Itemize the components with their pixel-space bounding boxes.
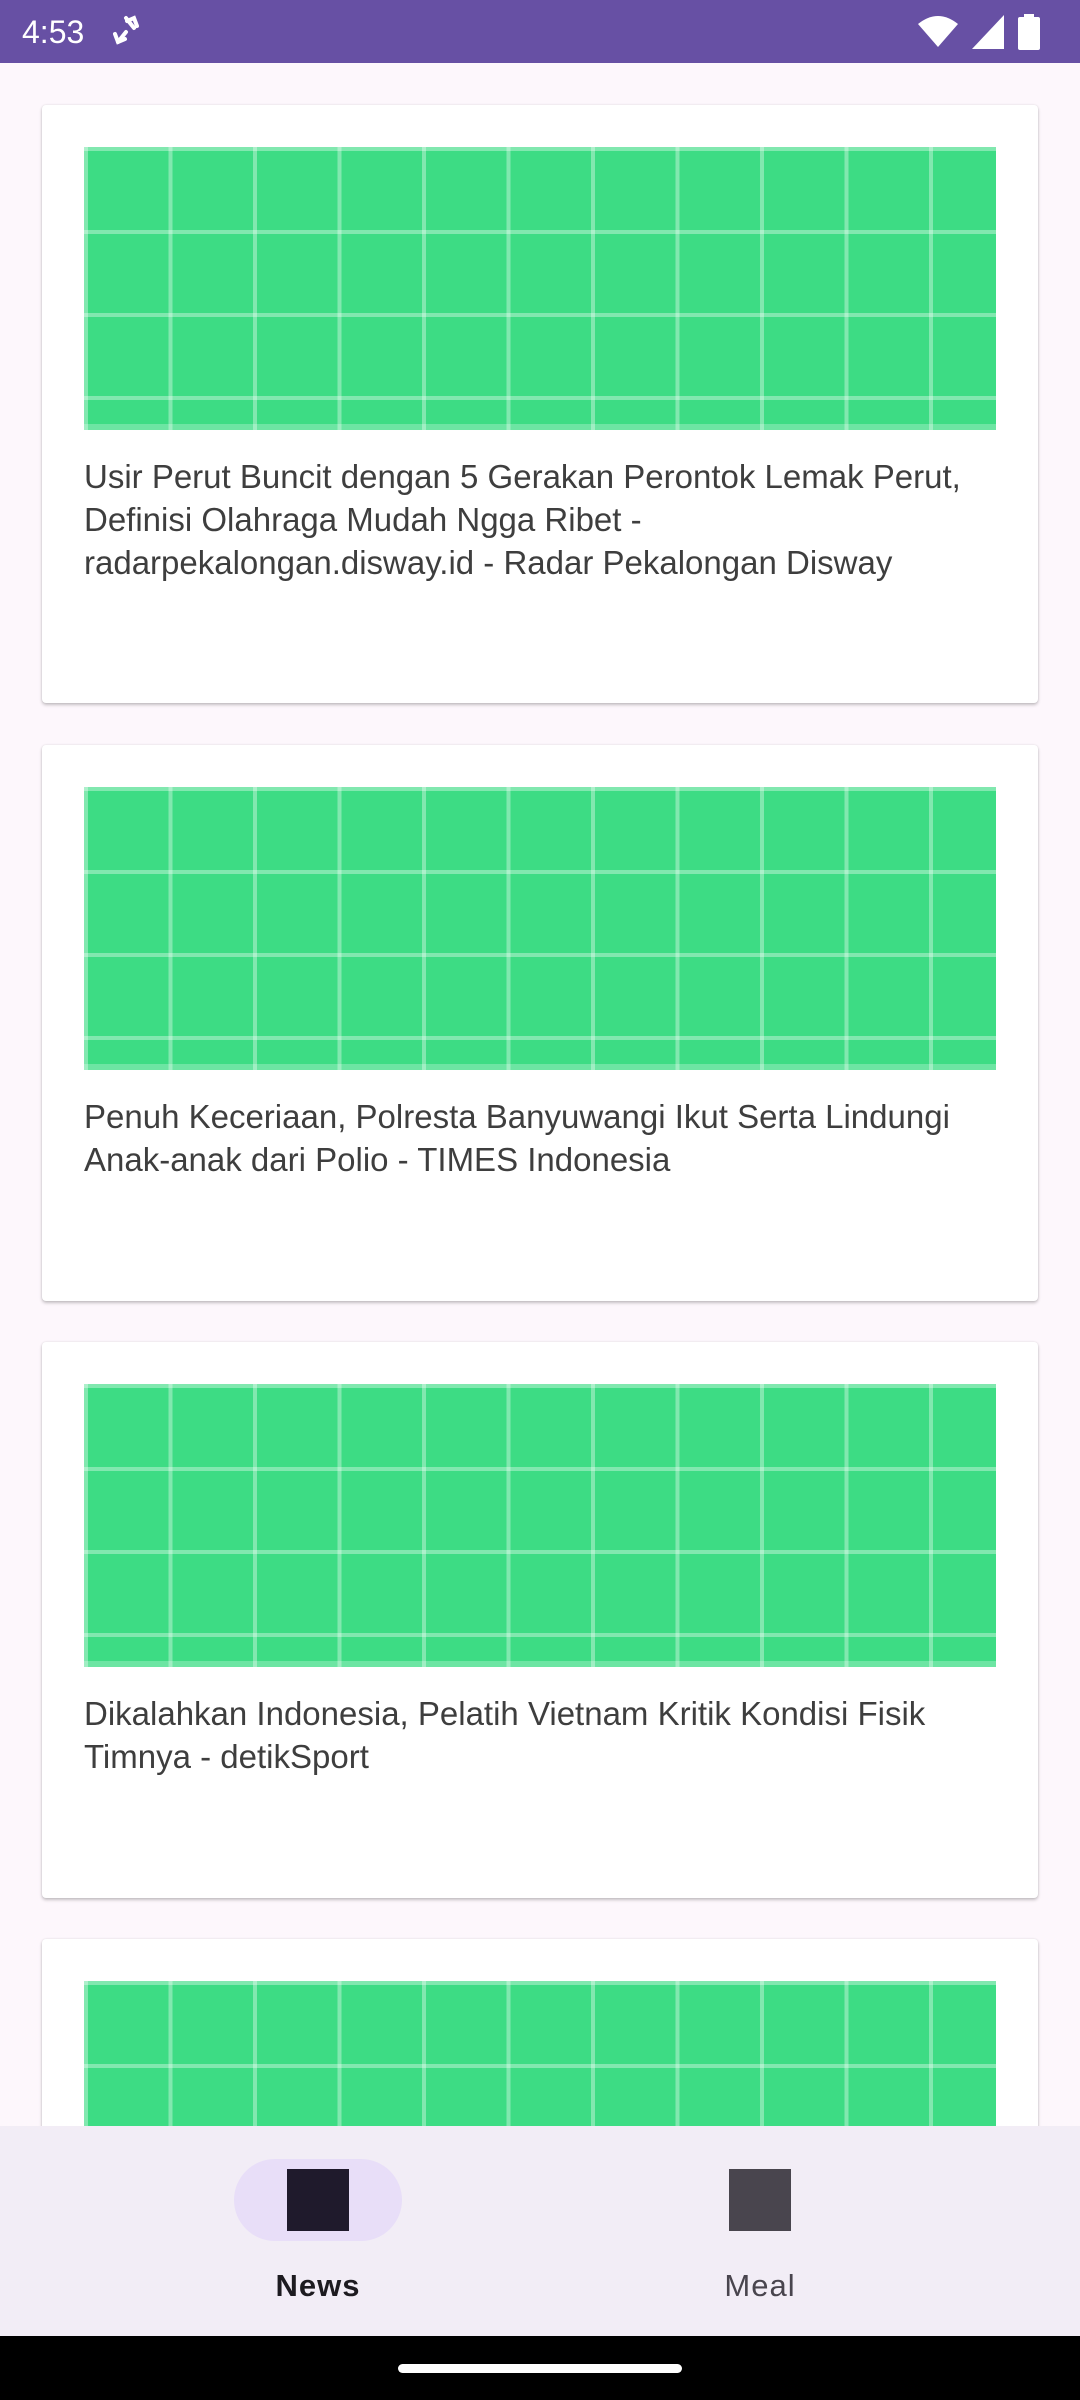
- news-title: Usir Perut Buncit dengan 5 Gerakan Peron…: [84, 458, 961, 581]
- bottom-navigation: News Meal: [0, 2126, 1080, 2336]
- battery-icon: [1018, 14, 1040, 50]
- nav-label-meal: Meal: [724, 2268, 796, 2303]
- news-card[interactable]: [42, 1939, 1038, 2126]
- news-image: [84, 1981, 996, 2126]
- news-feed[interactable]: Usir Perut Buncit dengan 5 Gerakan Peron…: [0, 63, 1080, 2126]
- news-image: [84, 1384, 996, 1667]
- signal-icon: [972, 15, 1004, 49]
- meal-icon: [729, 2169, 791, 2231]
- news-title: Dikalahkan Indonesia, Pelatih Vietnam Kr…: [84, 1695, 926, 1775]
- status-bar: 4:53: [0, 0, 1080, 63]
- news-card[interactable]: Usir Perut Buncit dengan 5 Gerakan Peron…: [42, 105, 1038, 703]
- news-title: Penuh Keceriaan, Polresta Banyuwangi Iku…: [84, 1098, 950, 1178]
- wifi-icon: [918, 16, 958, 47]
- sync-icon: [113, 15, 139, 45]
- news-card[interactable]: Dikalahkan Indonesia, Pelatih Vietnam Kr…: [42, 1342, 1038, 1898]
- nav-item-meal[interactable]: Meal: [490, 2126, 1030, 2336]
- news-card[interactable]: Penuh Keceriaan, Polresta Banyuwangi Iku…: [42, 745, 1038, 1301]
- home-gesture-handle[interactable]: [398, 2364, 682, 2373]
- news-image: [84, 787, 996, 1070]
- news-icon: [287, 2169, 349, 2231]
- status-time: 4:53: [22, 14, 85, 50]
- news-image: [84, 147, 996, 430]
- system-gesture-bar: [0, 2336, 1080, 2400]
